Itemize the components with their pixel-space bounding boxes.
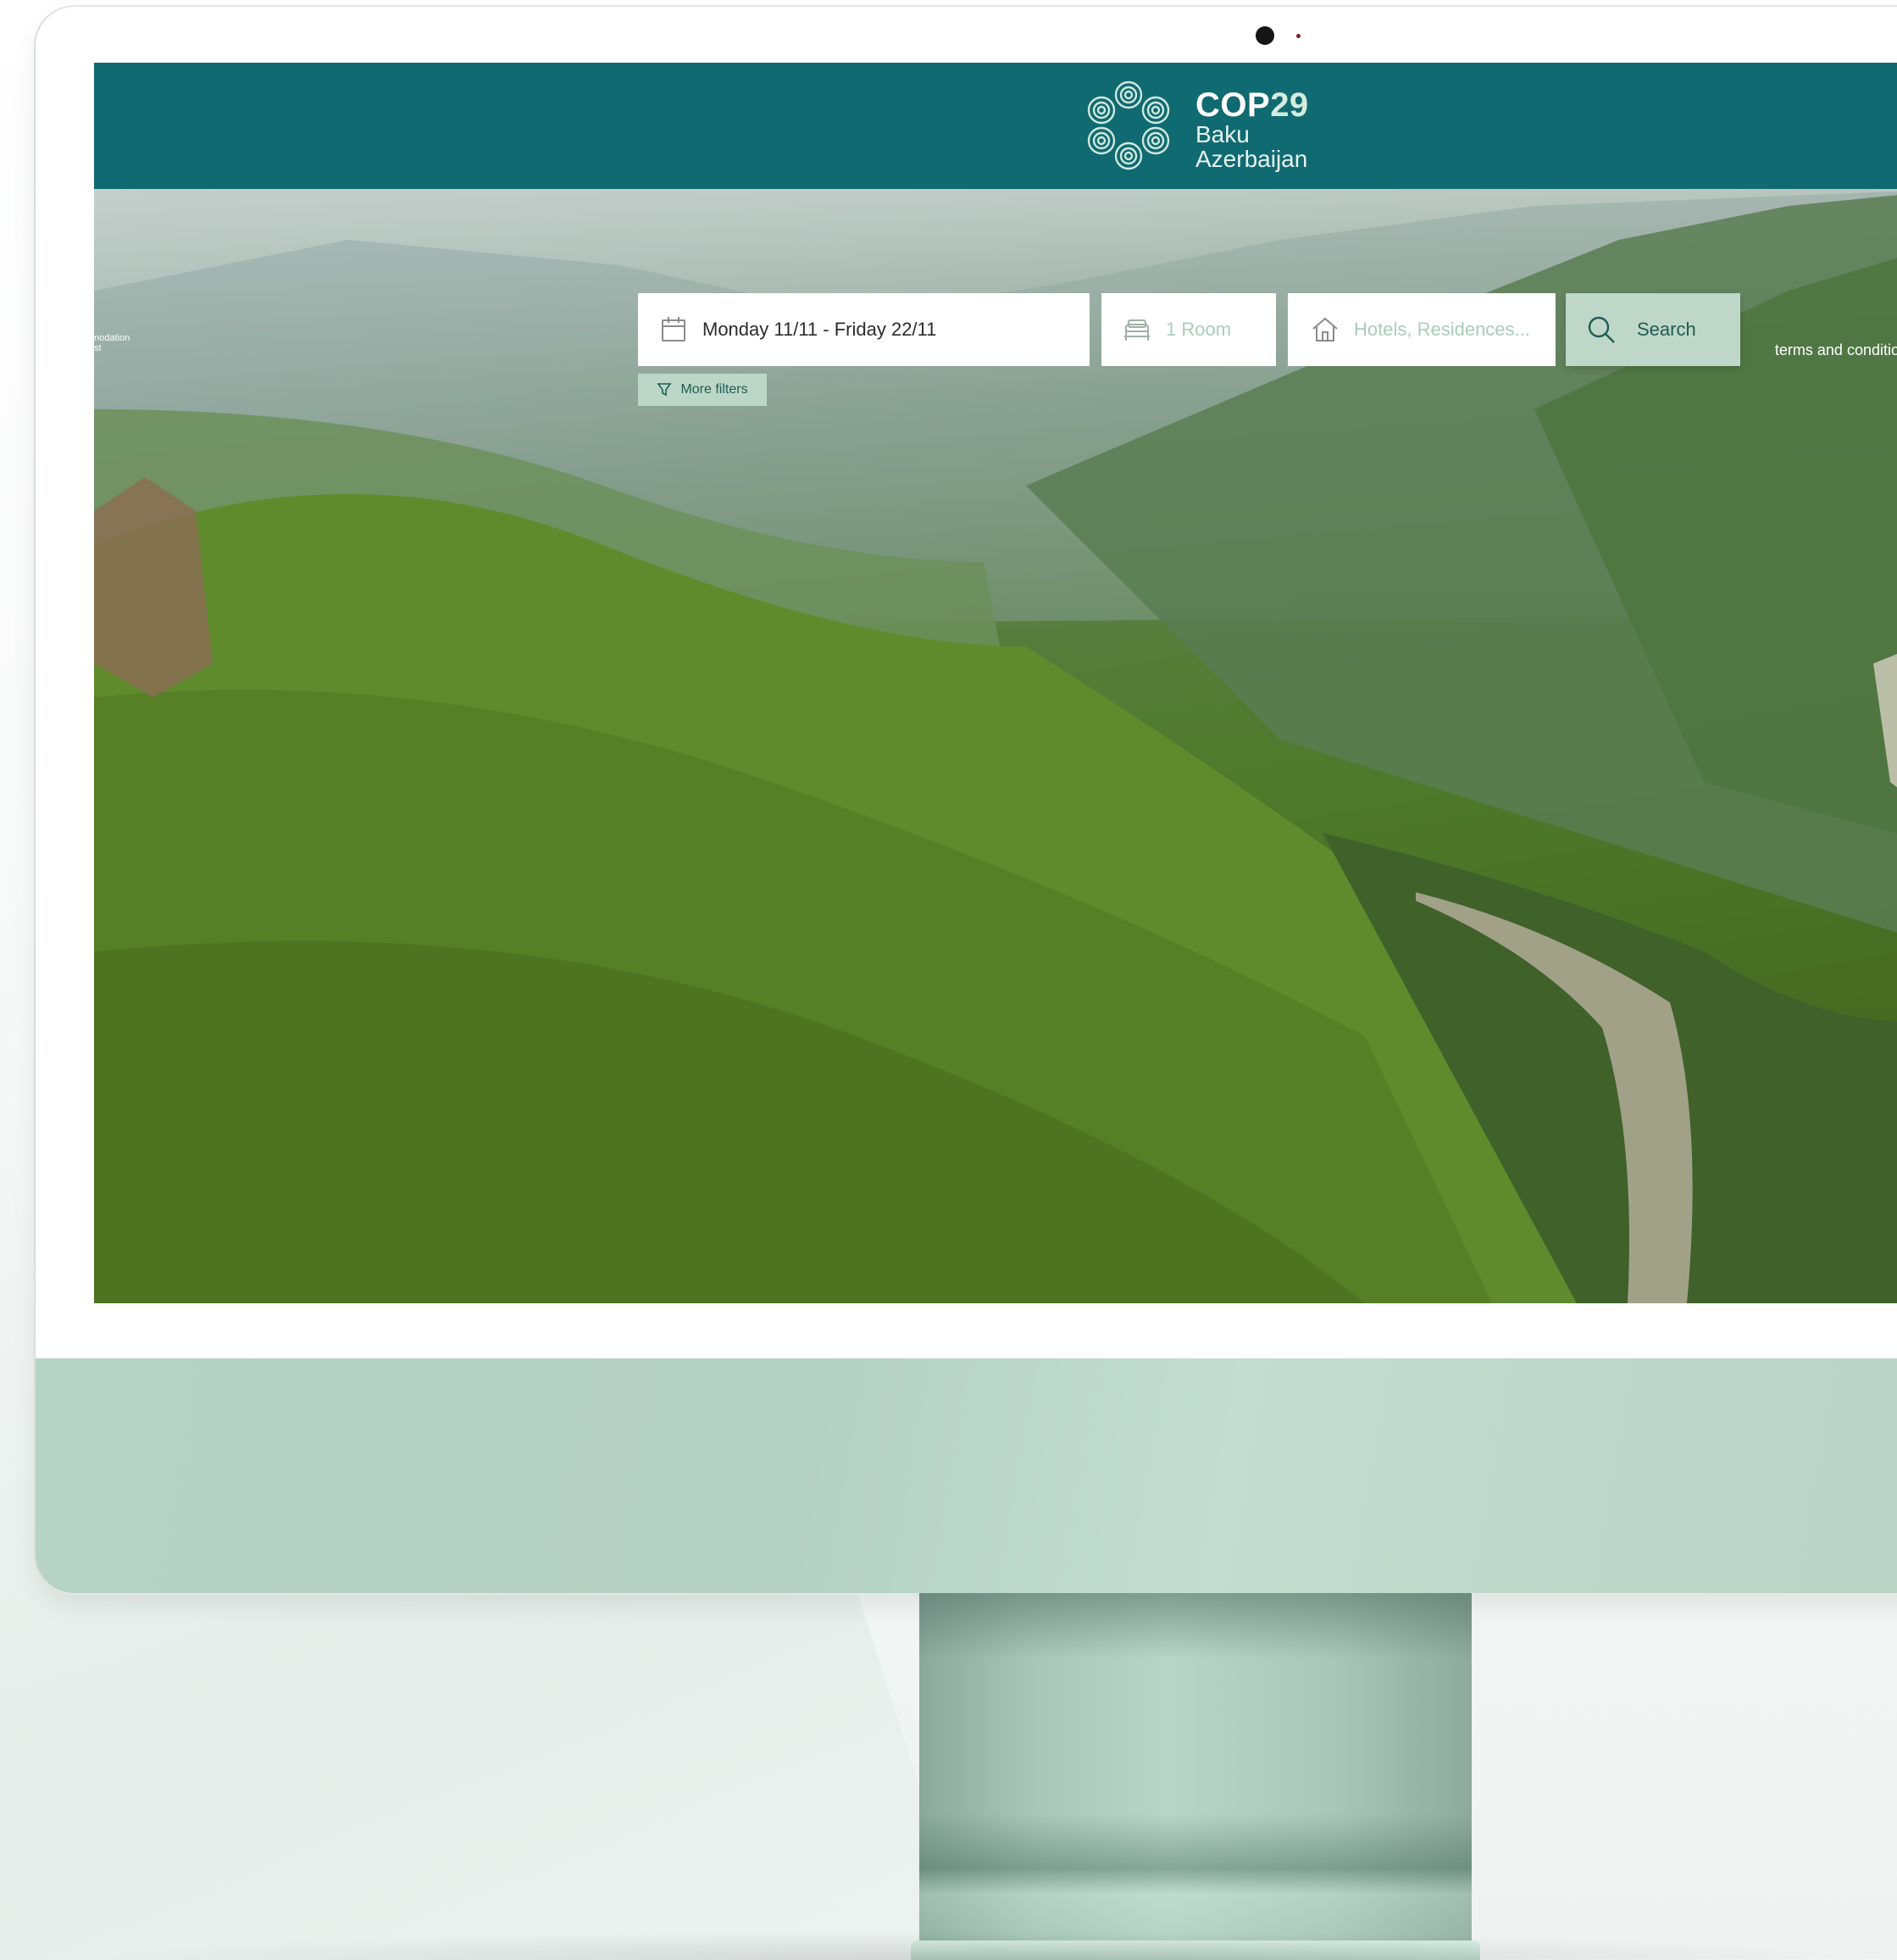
- site-header: COP29 Baku Azerbaijan: [94, 63, 1897, 189]
- floor-shadow: [85, 1930, 1897, 1960]
- browser-screen: COP29 Baku Azerbaijan nodation st terms …: [94, 63, 1897, 1303]
- date-range-field[interactable]: Monday 11/11 - Friday 22/11: [638, 293, 1090, 366]
- property-type-field[interactable]: Hotels, Residences...: [1288, 293, 1556, 366]
- monitor-frame: COP29 Baku Azerbaijan nodation st terms …: [36, 7, 1897, 1593]
- logo-wordmark: COP29 Baku Azerbaijan: [1195, 88, 1309, 171]
- side-tab-label[interactable]: nodation st: [94, 333, 130, 353]
- camera-led: [1296, 34, 1301, 38]
- search-button[interactable]: Search: [1566, 293, 1740, 366]
- logo-title-prefix: COP: [1195, 86, 1271, 124]
- date-range-value: Monday 11/11 - Friday 22/11: [702, 319, 937, 340]
- logo-city: Baku: [1195, 121, 1250, 147]
- cop29-flower-emblem-icon: [1087, 81, 1170, 170]
- more-filters-button[interactable]: More filters: [638, 374, 767, 406]
- logo-country: Azerbaijan: [1195, 146, 1308, 172]
- stand-shading: [919, 1593, 1472, 1960]
- search-icon: [1588, 316, 1615, 343]
- monitor-chin: [36, 1358, 1897, 1593]
- bed-icon: [1124, 319, 1150, 341]
- camera-icon: [1256, 26, 1274, 45]
- property-type-placeholder: Hotels, Residences...: [1354, 319, 1530, 340]
- terms-and-conditions-link[interactable]: terms and conditions: [1775, 341, 1897, 359]
- side-tab-line1: nodation: [94, 333, 130, 343]
- logo-title: COP29: [1195, 88, 1309, 122]
- house-icon: [1312, 317, 1338, 341]
- logo-title-number: 29: [1270, 86, 1309, 124]
- more-filters-label: More filters: [680, 382, 748, 397]
- monitor-stand: [919, 1593, 1472, 1960]
- search-button-label: Search: [1637, 319, 1696, 340]
- filter-funnel-icon: [657, 383, 672, 397]
- side-tab-line2: st: [94, 343, 102, 353]
- calendar-icon: [662, 317, 685, 341]
- rooms-field[interactable]: 1 Room: [1101, 293, 1276, 366]
- rooms-placeholder: 1 Room: [1166, 319, 1232, 340]
